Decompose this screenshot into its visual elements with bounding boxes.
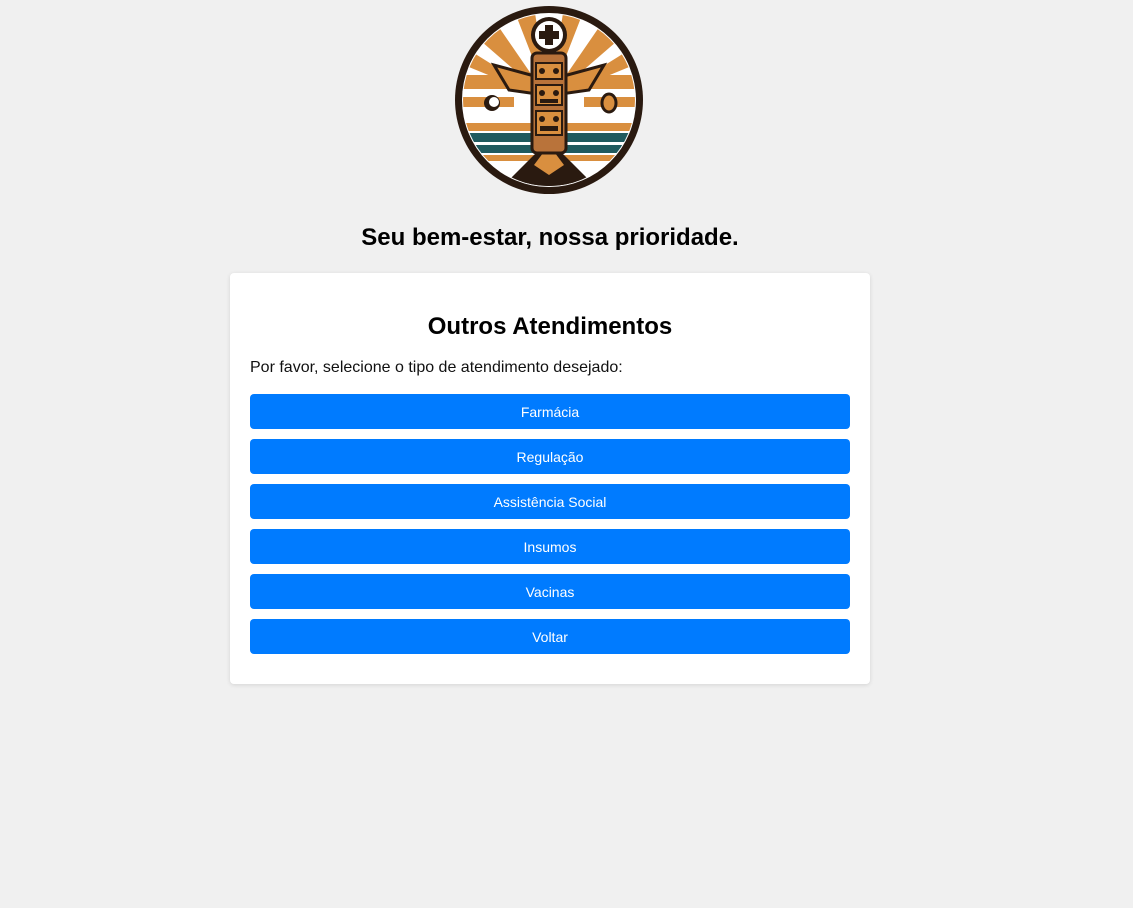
service-button-list: Farmácia Regulação Assistência Social In… — [250, 394, 850, 664]
vacinas-button[interactable]: Vacinas — [250, 574, 850, 609]
insumos-button[interactable]: Insumos — [250, 529, 850, 564]
clinic-logo — [454, 5, 644, 195]
farmacia-button[interactable]: Farmácia — [250, 394, 850, 429]
regulacao-button[interactable]: Regulação — [250, 439, 850, 474]
tagline: Seu bem-estar, nossa prioridade. — [361, 224, 739, 251]
card-instructions: Por favor, selecione o tipo de atendimen… — [250, 359, 623, 376]
services-card: Outros Atendimentos Por favor, selecione… — [230, 273, 870, 684]
assistencia-social-button[interactable]: Assistência Social — [250, 484, 850, 519]
totem-logo-icon — [455, 6, 643, 194]
back-button[interactable]: Voltar — [250, 619, 850, 654]
card-title: Outros Atendimentos — [427, 313, 673, 340]
